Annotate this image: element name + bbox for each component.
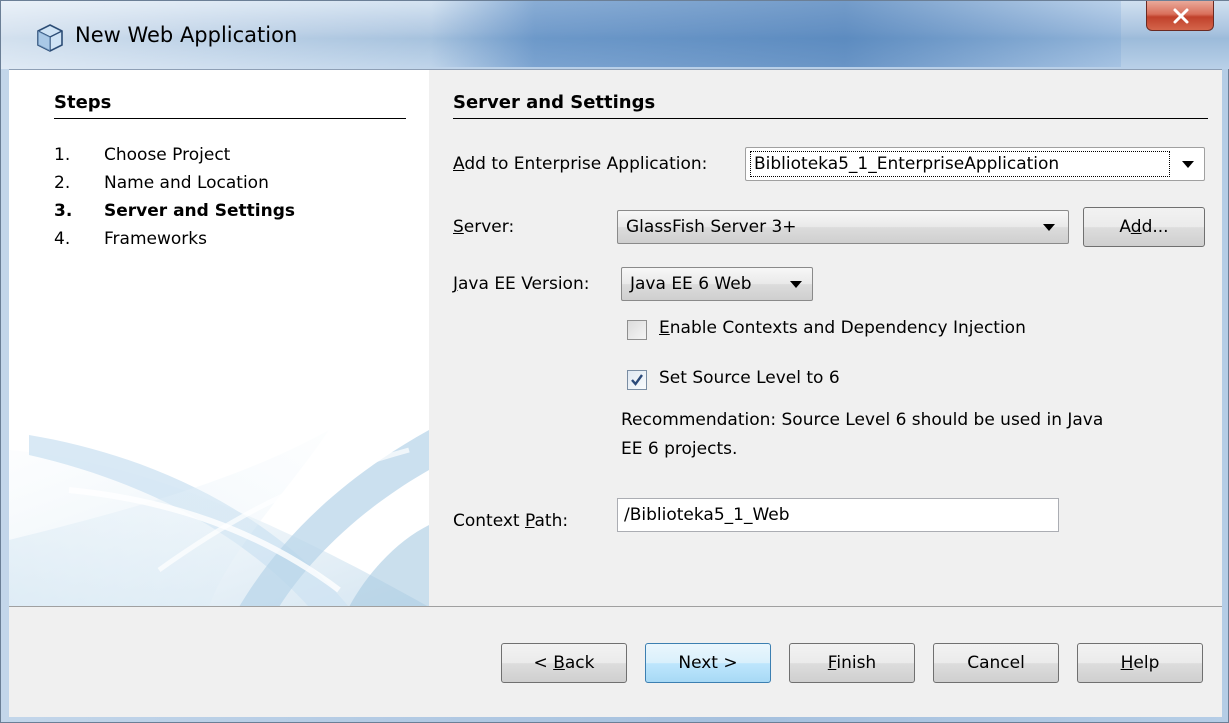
server-label: Server: (453, 217, 515, 237)
step-label: Frameworks (104, 229, 207, 249)
dialog-window: New Web Application Steps 1. Choose Proj… (0, 0, 1229, 723)
step-number: 2. (54, 173, 71, 193)
cancel-button[interactable]: Cancel (933, 643, 1059, 683)
finish-button[interactable]: Finish (789, 643, 915, 683)
help-button[interactable]: Help (1077, 643, 1203, 683)
enterprise-app-select[interactable]: Biblioteka5_1_EnterpriseApplication (745, 147, 1205, 181)
chevron-down-icon (1043, 224, 1055, 231)
recommendation-line-1: Recommendation: Source Level 6 should be… (621, 410, 1104, 430)
java-ee-version-select[interactable]: Java EE 6 Web (621, 267, 813, 301)
server-value: GlassFish Server 3+ (626, 217, 797, 237)
step-label: Server and Settings (104, 201, 295, 221)
settings-panel: Server and Settings Add to Enterprise Ap… (429, 70, 1222, 607)
button-bar: < Back Next > Finish Cancel Help (9, 606, 1222, 717)
step-label: Name and Location (104, 173, 269, 193)
step-number: 4. (54, 229, 71, 249)
enable-cdi-label[interactable]: Enable Contexts and Dependency Injection (659, 318, 1026, 338)
settings-heading: Server and Settings (453, 92, 656, 113)
context-path-label: Context Path: (453, 511, 569, 531)
window-title: New Web Application (75, 23, 298, 47)
step-number: 3. (54, 201, 73, 221)
steps-heading: Steps (54, 92, 112, 113)
dialog-content: Steps 1. Choose Project 2. Name and Loca… (9, 69, 1222, 607)
title-bar[interactable]: New Web Application (1, 1, 1229, 69)
title-bar-glare (431, 1, 1121, 67)
settings-divider (453, 118, 1208, 119)
back-button[interactable]: < Back (501, 643, 627, 683)
enable-cdi-checkbox[interactable] (627, 320, 647, 340)
step-number: 1. (54, 145, 71, 165)
chevron-down-icon (790, 281, 802, 288)
context-path-input[interactable] (624, 503, 1044, 527)
java-ee-version-label: Java EE Version: (453, 274, 590, 294)
add-server-button[interactable]: Add... (1083, 207, 1205, 247)
close-button[interactable] (1146, 1, 1214, 31)
step-label: Choose Project (104, 145, 231, 165)
enterprise-app-label: Add to Enterprise Application: (453, 154, 708, 174)
close-icon (1173, 8, 1189, 24)
netbeans-cube-icon (35, 23, 65, 53)
chevron-down-icon (1182, 161, 1194, 168)
next-button[interactable]: Next > (645, 643, 771, 683)
checkmark-icon (631, 374, 643, 386)
source-level-checkbox[interactable] (627, 370, 647, 390)
steps-divider (54, 118, 406, 119)
server-select[interactable]: GlassFish Server 3+ (617, 210, 1069, 244)
context-path-field[interactable] (617, 498, 1059, 532)
source-level-label[interactable]: Set Source Level to 6 (659, 368, 840, 388)
java-ee-version-value: Java EE 6 Web (630, 274, 752, 294)
recommendation-line-2: EE 6 projects. (621, 439, 738, 459)
steps-panel: Steps 1. Choose Project 2. Name and Loca… (9, 70, 429, 607)
enterprise-app-value: Biblioteka5_1_EnterpriseApplication (754, 154, 1060, 174)
